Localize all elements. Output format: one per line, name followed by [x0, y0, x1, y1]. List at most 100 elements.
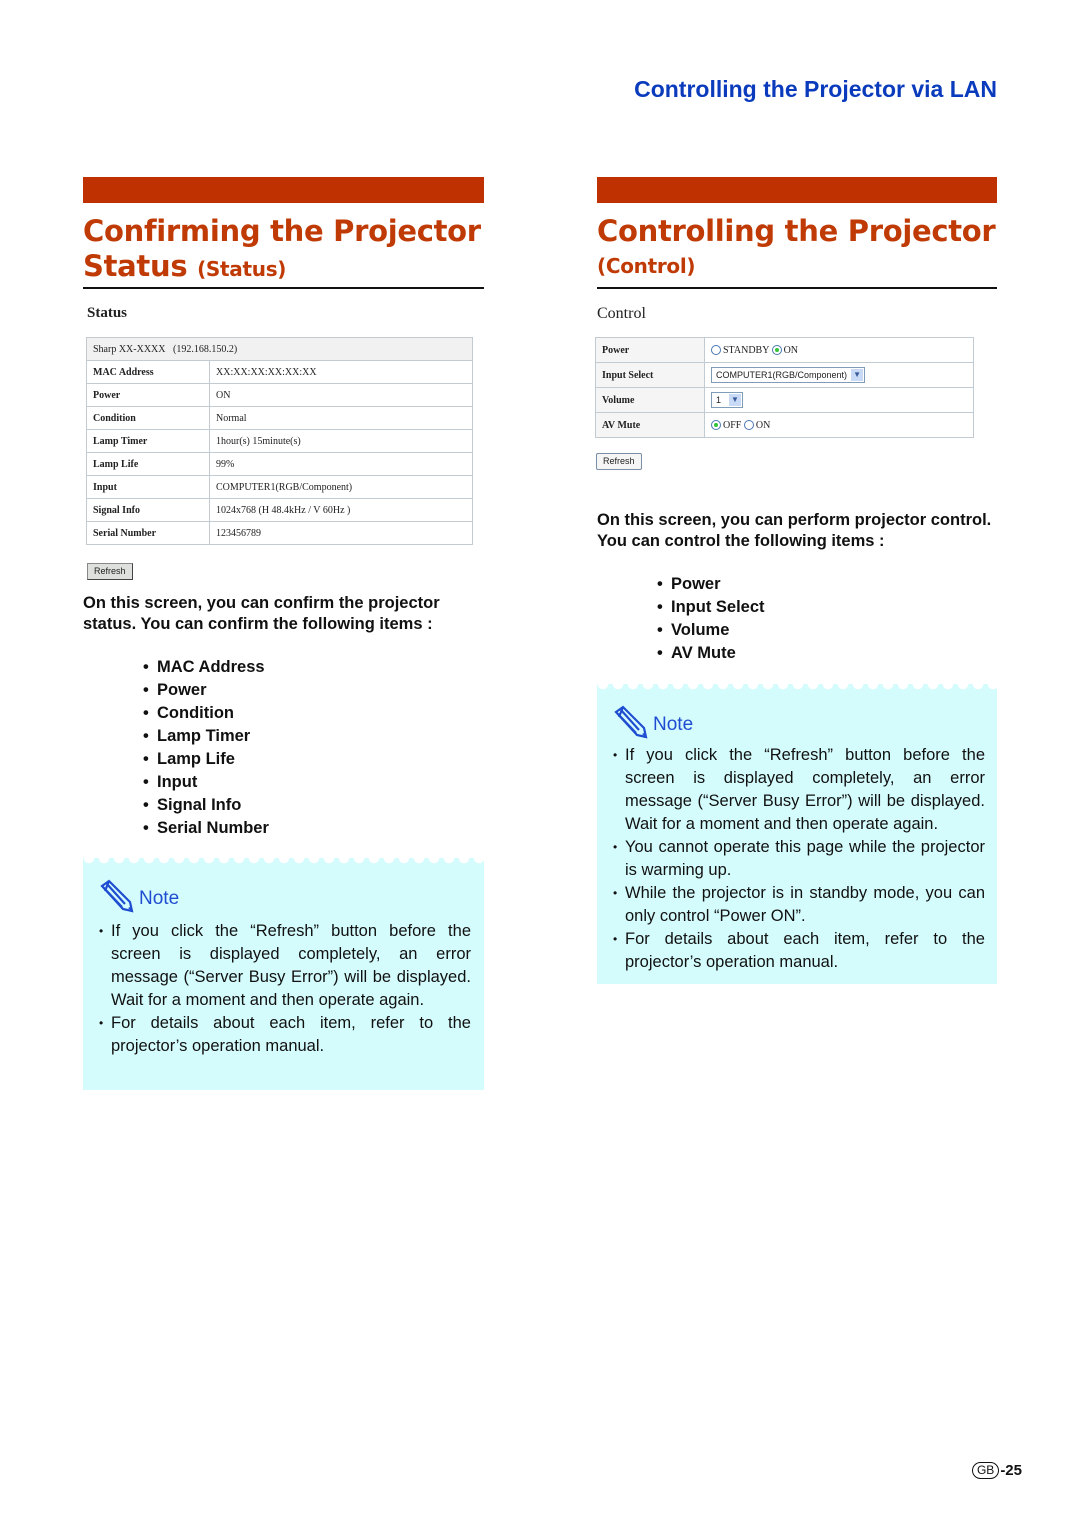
radio-label: OFF — [723, 419, 742, 431]
note-title: Note — [139, 888, 180, 909]
note-box-left: Note If you click the “Refresh” button b… — [83, 858, 484, 1090]
table-row: Lamp Life 99% — [86, 452, 473, 476]
status-table: Sharp XX-XXXX (192.168.150.2) MAC Addres… — [86, 337, 473, 545]
row-label: Signal Info — [86, 498, 210, 522]
list-item: Input Select — [657, 596, 765, 619]
power-standby-radio[interactable] — [711, 345, 721, 356]
row-label: Serial Number — [86, 521, 210, 545]
note-item: While the projector is in standby mode, … — [611, 882, 985, 928]
table-row: Serial Number 123456789 — [86, 521, 473, 545]
row-label: Power — [595, 337, 705, 363]
table-row: MAC Address XX:XX:XX:XX:XX:XX — [86, 360, 473, 384]
row-value: 1hour(s) 15minute(s) — [209, 429, 473, 453]
select-value: 1 — [716, 395, 722, 405]
row-label: AV Mute — [595, 412, 705, 438]
row-value: Normal — [209, 406, 473, 430]
note-box-right: Note If you click the “Refresh” button b… — [597, 684, 997, 984]
section-bar-right — [597, 177, 997, 203]
control-items-list: Power Input Select Volume AV Mute — [657, 573, 765, 665]
note-item: For details about each item, refer to th… — [611, 928, 985, 974]
status-refresh-button[interactable]: Refresh — [87, 563, 133, 580]
table-row: Signal Info 1024x768 (H 48.4kHz / V 60Hz … — [86, 498, 473, 522]
list-item: Signal Info — [143, 794, 269, 817]
list-item: Power — [657, 573, 765, 596]
pencil-icon — [611, 704, 653, 746]
pencil-icon — [97, 878, 139, 920]
device-identity: Sharp XX-XXXX (192.168.150.2) — [86, 337, 473, 361]
list-item: Power — [143, 679, 269, 702]
row-value: 123456789 — [209, 521, 473, 545]
control-table: Power STANDBY ON Input Select COMPUTER1(… — [595, 337, 974, 438]
list-item: Condition — [143, 702, 269, 725]
table-row: Lamp Timer 1hour(s) 15minute(s) — [86, 429, 473, 453]
row-value: ON — [209, 383, 473, 407]
device-ip: (192.168.150.2) — [173, 343, 238, 355]
status-table-header-row: Sharp XX-XXXX (192.168.150.2) — [86, 337, 473, 361]
row-label: Input — [86, 475, 210, 499]
note-heading: Note — [97, 878, 179, 920]
list-item: MAC Address — [143, 656, 269, 679]
power-radio-group: STANDBY ON — [704, 337, 974, 363]
volume-dropdown[interactable]: 1 ▼ — [711, 392, 744, 408]
radio-label: ON — [755, 419, 771, 431]
note-title: Note — [653, 714, 694, 735]
avmute-radio-group: OFF ON — [704, 412, 974, 438]
note-item: If you click the “Refresh” button before… — [611, 744, 985, 836]
section-bar-left — [83, 177, 484, 203]
row-label: MAC Address — [86, 360, 210, 384]
radio-label: ON — [783, 344, 799, 356]
row-label: Lamp Life — [86, 452, 210, 476]
section-title-line1: Confirming the Projector — [83, 214, 481, 248]
row-value: 99% — [209, 452, 473, 476]
section-rule-left — [83, 287, 484, 289]
table-row: Condition Normal — [86, 406, 473, 430]
list-item: Volume — [657, 619, 765, 642]
page-number-text: -25 — [1000, 1462, 1022, 1479]
row-value: XX:XX:XX:XX:XX:XX — [209, 360, 473, 384]
note-heading: Note — [611, 704, 693, 746]
note-item: For details about each item, refer to th… — [97, 1012, 471, 1058]
list-item: Serial Number — [143, 817, 269, 840]
device-name: Sharp XX-XXXX — [93, 343, 166, 355]
list-item: Lamp Timer — [143, 725, 269, 748]
status-intro-text: On this screen, you can confirm the proj… — [83, 594, 440, 633]
control-screenshot-heading: Control — [597, 305, 646, 322]
select-value: COMPUTER1(RGB/Component) — [716, 370, 848, 380]
table-row: Power ON — [86, 383, 473, 407]
list-item: Input — [143, 771, 269, 794]
section-title-control: Controlling the Projector (Control) — [597, 214, 1017, 284]
radio-label: STANDBY — [723, 344, 770, 356]
note-list: If you click the “Refresh” button before… — [97, 920, 471, 1058]
list-item: AV Mute — [657, 642, 765, 665]
section-title-status: Confirming the Projector Status (Status) — [83, 214, 503, 287]
scallop-edge — [83, 858, 484, 866]
avmute-on-radio[interactable] — [743, 420, 754, 431]
section-title-sub: (Control) — [597, 254, 696, 278]
power-on-radio[interactable] — [771, 345, 782, 356]
list-item: Lamp Life — [143, 748, 269, 771]
section-title-line2: Status — [83, 249, 188, 283]
chevron-down-icon: ▼ — [729, 394, 742, 406]
input-select-dropdown[interactable]: COMPUTER1(RGB/Component) ▼ — [711, 367, 866, 383]
table-row: Input COMPUTER1(RGB/Component) — [86, 475, 473, 499]
control-intro-text: On this screen, you can perform projecto… — [597, 511, 992, 550]
table-row: Power STANDBY ON — [595, 337, 974, 363]
row-label: Lamp Timer — [86, 429, 210, 453]
row-label: Input Select — [595, 362, 705, 388]
table-row: Volume 1 ▼ — [595, 387, 974, 413]
status-screenshot-heading: Status — [87, 305, 128, 321]
row-value: 1024x768 (H 48.4kHz / V 60Hz ) — [209, 498, 473, 522]
table-row: AV Mute OFF ON — [595, 412, 974, 438]
note-item: You cannot operate this page while the p… — [611, 836, 985, 882]
section-title-sub: (Status) — [197, 257, 287, 281]
avmute-off-radio[interactable] — [711, 420, 721, 431]
note-list: If you click the “Refresh” button before… — [611, 744, 985, 974]
row-value: COMPUTER1(RGB/Component) — [209, 475, 473, 499]
scallop-edge — [597, 684, 997, 692]
status-items-list: MAC Address Power Condition Lamp Timer L… — [143, 656, 269, 840]
section-rule-right — [597, 287, 997, 289]
row-label: Volume — [595, 387, 705, 413]
control-refresh-button[interactable]: Refresh — [596, 453, 642, 470]
row-label: Condition — [86, 406, 210, 430]
note-item: If you click the “Refresh” button before… — [97, 920, 471, 1012]
